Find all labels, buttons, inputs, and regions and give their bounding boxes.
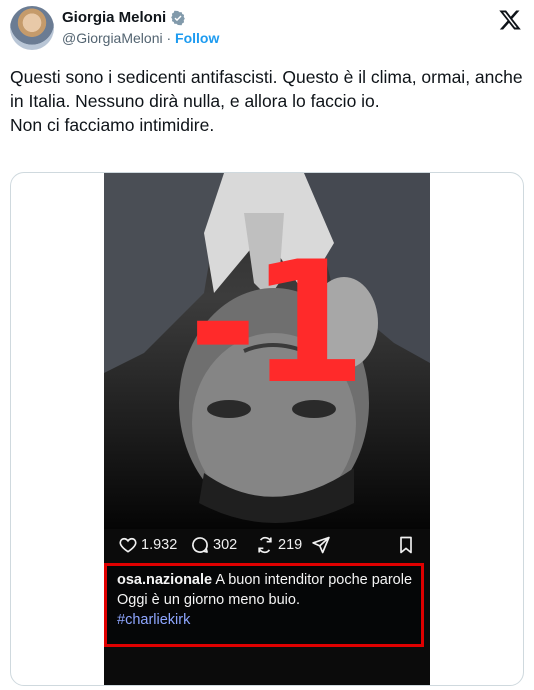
heart-icon <box>119 537 137 553</box>
share-icon <box>312 536 330 554</box>
x-logo-icon[interactable] <box>498 8 522 32</box>
author-name-row: Giorgia Meloni <box>62 9 186 26</box>
overlay-minus-one: -1 <box>188 225 367 421</box>
caption-hashtag[interactable]: #charliekirk <box>117 610 415 630</box>
share-action[interactable] <box>311 535 334 555</box>
post-action-bar: 1.932 302 219 <box>104 535 430 561</box>
verified-badge-icon <box>171 10 185 25</box>
caption-text: A buon intenditor poche parole <box>215 572 413 588</box>
highlighted-caption: osa.nazionale A buon intenditor poche pa… <box>104 563 424 647</box>
bookmark-icon <box>400 536 412 554</box>
repost-action[interactable]: 219 <box>255 535 302 555</box>
like-action[interactable]: 1.932 <box>118 535 177 555</box>
post-bottom-area <box>104 647 430 685</box>
tweet-line-2: Non ci facciamo intimidire. <box>10 115 215 135</box>
caption-username[interactable]: osa.nazionale <box>117 572 212 588</box>
post-photo: -1 <box>104 173 430 529</box>
caption-first-line: osa.nazionale A buon intenditor poche pa… <box>117 570 415 590</box>
follow-button[interactable]: Follow <box>175 30 219 46</box>
comment-count: 302 <box>213 537 238 553</box>
repost-count: 219 <box>278 537 303 553</box>
handle-row: @GiorgiaMeloni · Follow <box>62 30 219 46</box>
avatar[interactable] <box>10 6 54 50</box>
author-handle[interactable]: @GiorgiaMeloni <box>62 30 163 46</box>
tweet-media[interactable]: -1 1.932 302 219 osa.nazionale A buon in… <box>10 172 524 686</box>
repost-icon <box>258 536 272 554</box>
caption-line-2: Oggi è un giorno meno buio. <box>117 592 300 608</box>
comment-icon <box>192 537 208 553</box>
tweet-text: Questi sono i sedicenti antifascisti. Qu… <box>10 65 524 137</box>
author-name[interactable]: Giorgia Meloni <box>62 9 166 26</box>
tweet-line-1: Questi sono i sedicenti antifascisti. Qu… <box>10 67 523 111</box>
tweet-header: Giorgia Meloni @GiorgiaMeloni · Follow <box>10 6 524 54</box>
comment-action[interactable]: 302 <box>190 535 237 555</box>
separator: · <box>166 30 172 46</box>
bookmark-action[interactable] <box>396 535 419 555</box>
like-count: 1.932 <box>141 537 178 553</box>
embedded-post-screenshot: -1 1.932 302 219 osa.nazionale A buon in… <box>104 173 430 685</box>
